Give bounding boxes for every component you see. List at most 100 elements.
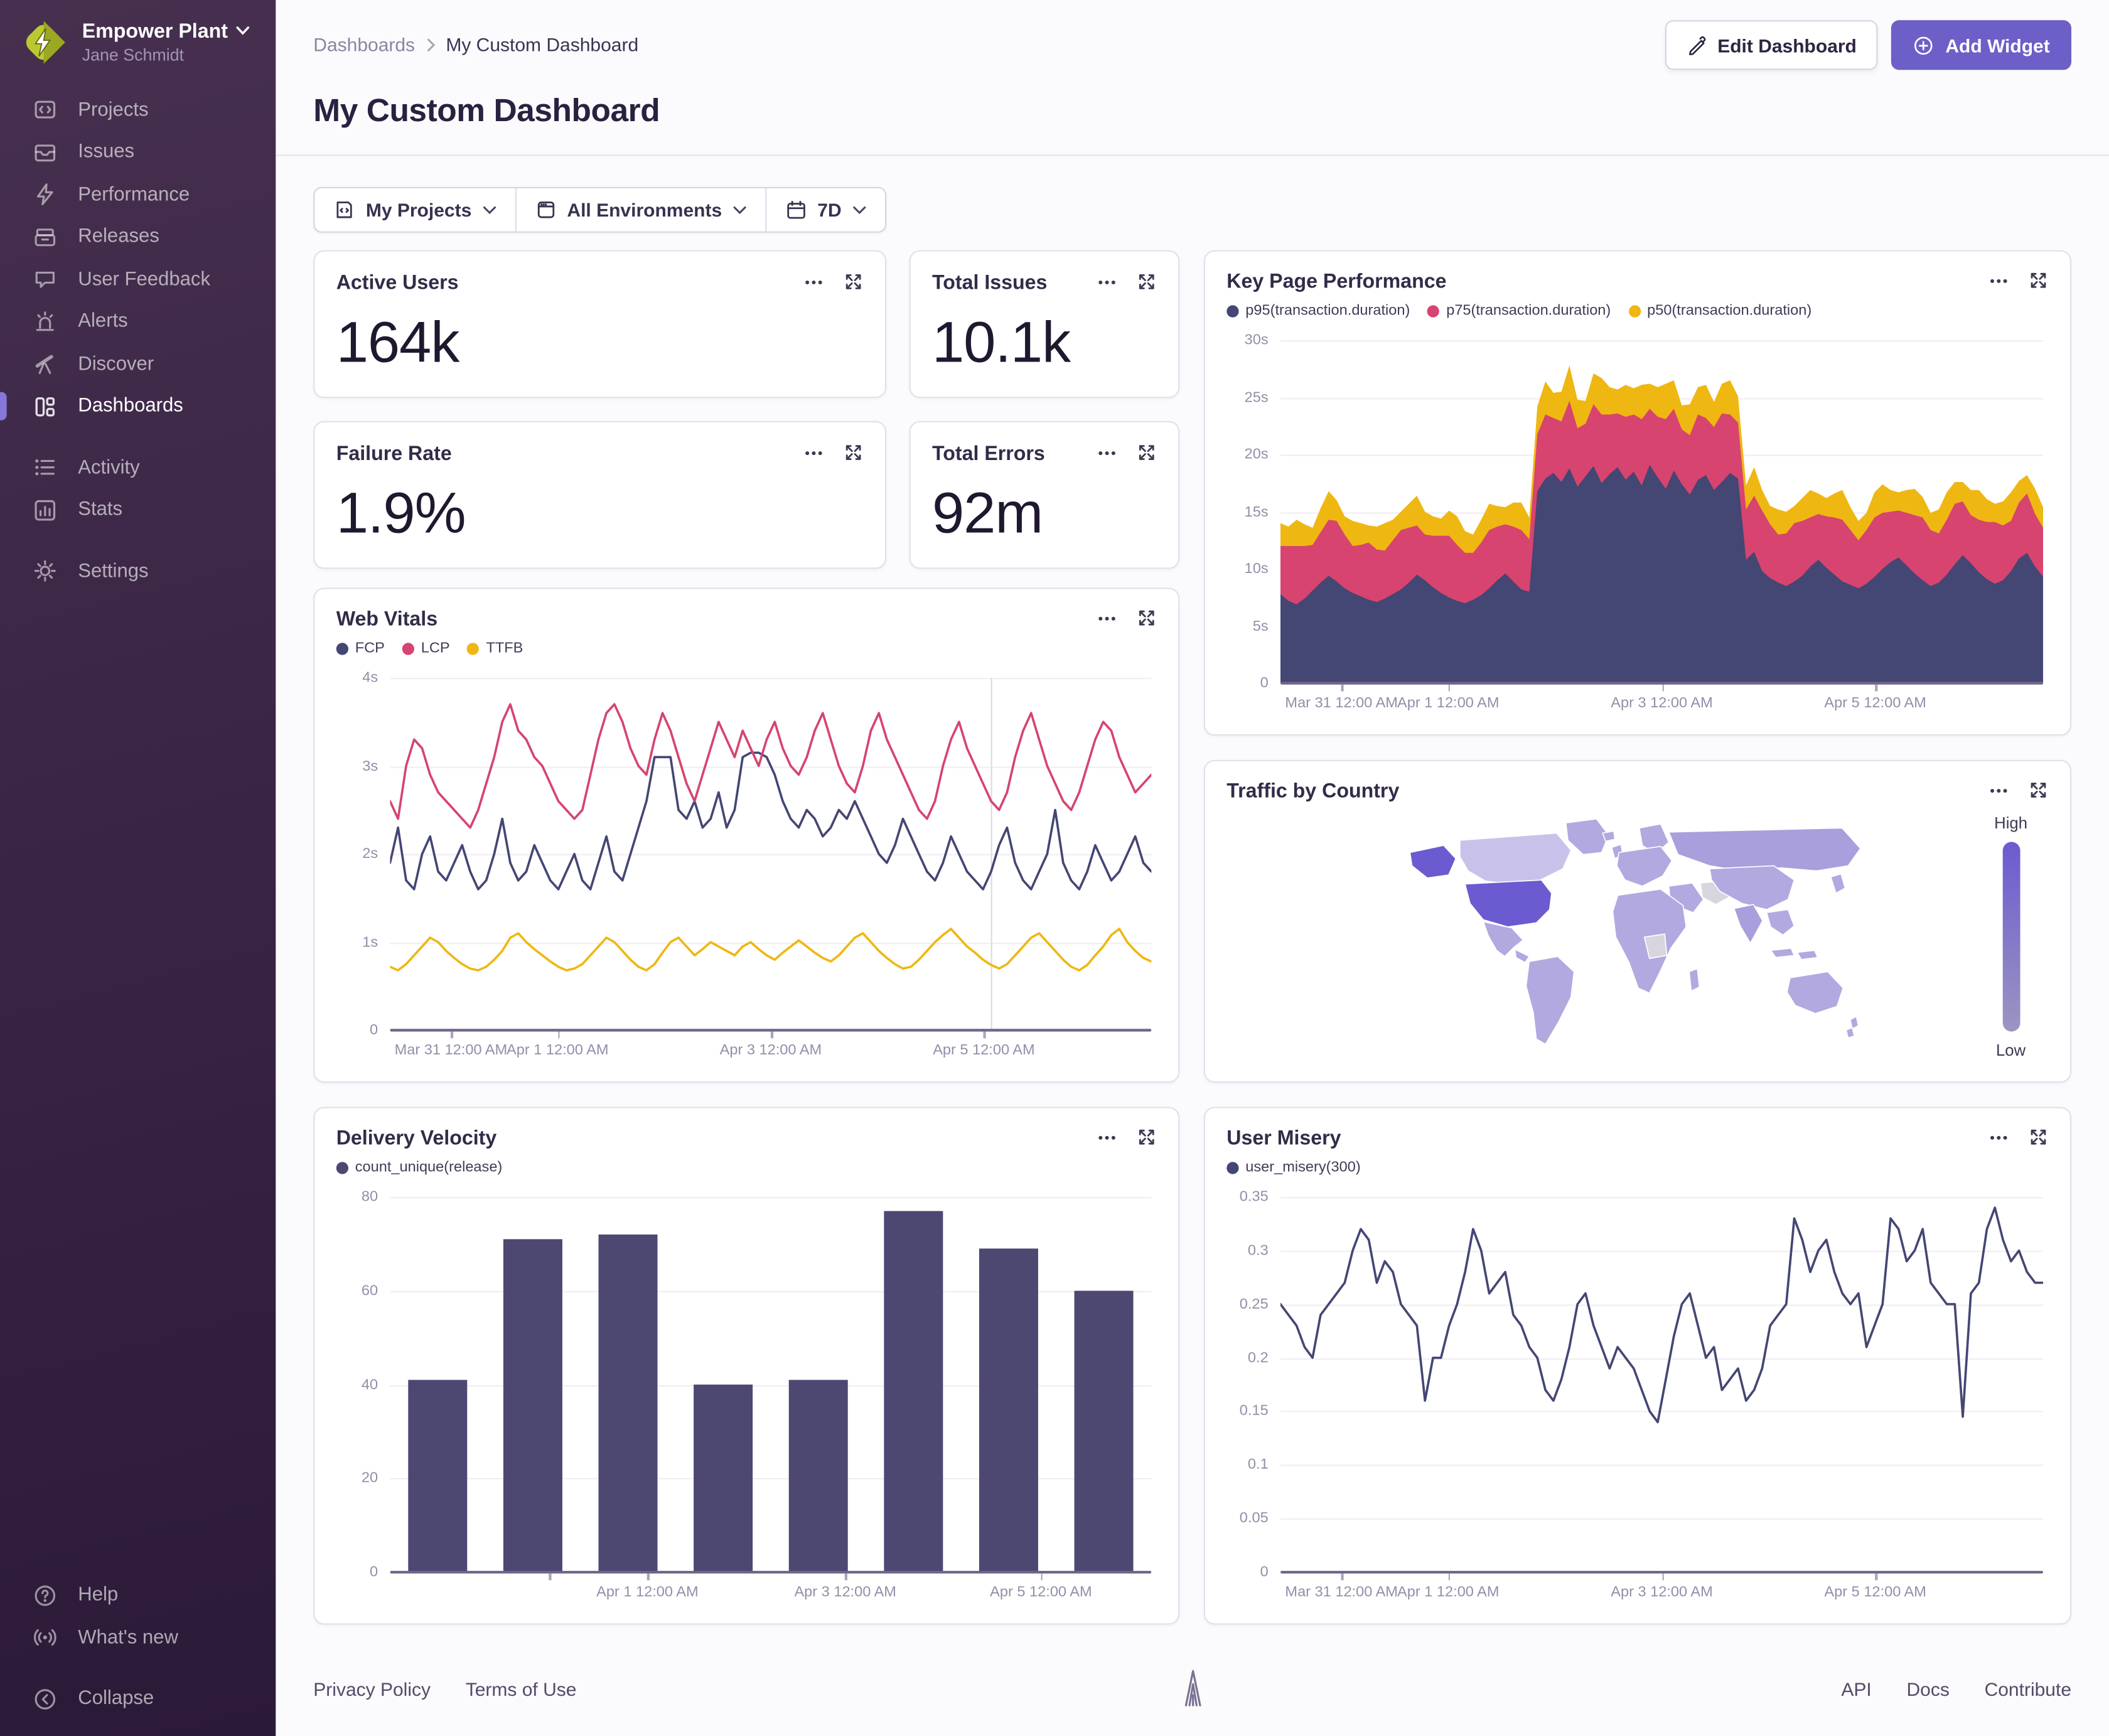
- header: Dashboards My Custom Dashboard Edit Dash…: [276, 0, 2109, 156]
- breadcrumb-dashboards-link[interactable]: Dashboards: [313, 34, 415, 55]
- legend-dot: [1226, 304, 1239, 317]
- widget-menu-button[interactable]: [1096, 272, 1117, 293]
- sidebar-item-label: Alerts: [78, 311, 128, 333]
- sidebar-item-label: Collapse: [78, 1688, 154, 1710]
- legend-item[interactable]: user_misery(300): [1226, 1159, 1361, 1176]
- widget-menu-button[interactable]: [1096, 608, 1117, 630]
- add-widget-label: Add Widget: [1945, 34, 2050, 56]
- api-link[interactable]: API: [1841, 1678, 1871, 1700]
- widget-menu-button[interactable]: [1988, 271, 2009, 292]
- environment-filter-label: All Environments: [567, 199, 722, 221]
- sidebar-item-label: Stats: [78, 499, 123, 521]
- legend-item[interactable]: TTFB: [467, 640, 523, 656]
- sidebar-item-collapse[interactable]: Collapse: [0, 1678, 276, 1720]
- legend-item[interactable]: p95(transaction.duration): [1226, 303, 1410, 319]
- dashboards-icon: [35, 397, 55, 416]
- sidebar-item-issues[interactable]: Issues: [0, 131, 276, 174]
- environment-filter-icon: [537, 201, 554, 218]
- expand-icon[interactable]: [2028, 1127, 2048, 1149]
- sidebar-item-activity[interactable]: Activity: [0, 446, 276, 489]
- legend-item[interactable]: p75(transaction.duration): [1427, 303, 1611, 319]
- privacy-policy-link[interactable]: Privacy Policy: [313, 1678, 431, 1700]
- alerts-icon: [36, 311, 54, 331]
- sidebar-item-dashboards[interactable]: Dashboards: [0, 385, 276, 428]
- dashboard-page: Empower Plant Jane Schmidt Projects Issu…: [0, 0, 2109, 1736]
- sidebar-item-label: Projects: [78, 99, 149, 121]
- legend-dot: [1628, 304, 1641, 317]
- sidebar-item-performance[interactable]: Performance: [0, 173, 276, 216]
- chart-legend: FCP LCP TTFB: [336, 640, 1157, 656]
- stat-value: 92m: [932, 481, 1043, 546]
- widget-title: Key Page Performance: [1226, 270, 1447, 294]
- legend-item[interactable]: count_unique(release): [336, 1159, 502, 1176]
- sidebar-item-releases[interactable]: Releases: [0, 216, 276, 259]
- expand-icon[interactable]: [844, 272, 864, 293]
- total-errors-widget: Total Errors 92m: [909, 421, 1180, 569]
- environment-filter[interactable]: All Environments: [516, 188, 765, 232]
- contribute-link[interactable]: Contribute: [1985, 1678, 2071, 1700]
- docs-link[interactable]: Docs: [1907, 1678, 1950, 1700]
- sidebar-item-help[interactable]: Help: [0, 1574, 276, 1617]
- legend-dot: [402, 642, 414, 655]
- expand-icon[interactable]: [1137, 608, 1157, 630]
- expand-icon[interactable]: [1137, 272, 1157, 293]
- legend-dot: [467, 642, 480, 655]
- issues-icon: [35, 144, 56, 161]
- sidebar-bottom: Help What's new Collapse: [0, 1574, 276, 1720]
- sidebar-item-alerts[interactable]: Alerts: [0, 301, 276, 343]
- key-page-performance-widget: Key Page Performance p95(transaction.dur…: [1203, 250, 2071, 736]
- help-icon: [35, 1585, 56, 1606]
- date-range-label: 7D: [817, 199, 842, 221]
- stat-value: 10.1k: [932, 310, 1071, 375]
- project-filter[interactable]: My Projects: [314, 188, 514, 232]
- date-range-filter[interactable]: 7D: [766, 188, 884, 232]
- user-misery-chart[interactable]: 0 0.05 0.1 0.15 0.2 0.25 0.3 0.35 Mar 31 12:00 A…: [1226, 1186, 2048, 1610]
- edit-dashboard-button[interactable]: Edit Dashboard: [1665, 20, 1879, 70]
- delivery-velocity-chart[interactable]: 0 20 40 60 80 Apr 1 12:00 AM Apr 3 12:00 AM Apr…: [336, 1186, 1157, 1610]
- sidebar-item-stats[interactable]: Stats: [0, 489, 276, 532]
- add-widget-button[interactable]: Add Widget: [1891, 20, 2071, 70]
- widget-menu-button[interactable]: [1096, 1127, 1117, 1149]
- legend-item[interactable]: FCP: [336, 640, 385, 656]
- sentry-logo: [1173, 1664, 1213, 1714]
- legend-item[interactable]: LCP: [402, 640, 450, 656]
- sidebar-item-projects[interactable]: Projects: [0, 88, 276, 131]
- project-filter-icon: [336, 201, 352, 218]
- widget-menu-button[interactable]: [1988, 780, 2009, 801]
- collapse-icon: [35, 1688, 56, 1710]
- legend-dot: [336, 1161, 348, 1174]
- filter-bar: My Projects All Environments 7D: [313, 186, 886, 233]
- sidebar-item-whats-new[interactable]: What's new: [0, 1617, 276, 1659]
- org-switcher[interactable]: Empower Plant Jane Schmidt: [0, 0, 276, 81]
- expand-icon[interactable]: [2028, 271, 2048, 292]
- user-misery-widget: User Misery user_misery(300) 0 0.05 0.1 0.1…: [1203, 1106, 2071, 1625]
- widget-menu-button[interactable]: [803, 272, 824, 293]
- widget-title: User Misery: [1226, 1127, 1341, 1150]
- legend-item[interactable]: p50(transaction.duration): [1628, 303, 1811, 319]
- chevron-down-icon: [733, 205, 746, 214]
- sidebar-item-user-feedback[interactable]: User Feedback: [0, 258, 276, 301]
- widget-menu-button[interactable]: [1096, 442, 1117, 464]
- expand-icon[interactable]: [844, 442, 864, 464]
- breadcrumb: Dashboards My Custom Dashboard: [313, 34, 638, 55]
- widget-menu-button[interactable]: [803, 442, 824, 464]
- key-page-performance-chart[interactable]: 0 5s 10s 15s 20s 25s 30s Mar 31 12:00 AM Apr 1 1…: [1226, 330, 2048, 721]
- sidebar-item-settings[interactable]: Settings: [0, 550, 276, 592]
- sidebar-item-label: Settings: [78, 560, 149, 582]
- sidebar-item-discover[interactable]: Discover: [0, 343, 276, 385]
- chart-legend: p95(transaction.duration) p75(transaction…: [1226, 303, 2048, 319]
- web-vitals-chart[interactable]: 0 1s 2s 3s 4s Mar 31 12:00 AM Apr 1 12:00 AM Ap…: [336, 667, 1157, 1068]
- terms-of-use-link[interactable]: Terms of Use: [466, 1678, 577, 1700]
- footer: Privacy Policy Terms of Use API Docs Con…: [313, 1657, 2071, 1722]
- chevron-down-icon: [852, 205, 866, 214]
- org-name: Empower Plant: [82, 19, 228, 43]
- sidebar: Empower Plant Jane Schmidt Projects Issu…: [0, 0, 276, 1736]
- broadcast-icon: [33, 1629, 56, 1646]
- world-map[interactable]: High Low: [1226, 803, 2048, 1068]
- expand-icon[interactable]: [1137, 442, 1157, 464]
- map-scale-low-label: Low: [1995, 1041, 2026, 1060]
- discover-icon: [35, 355, 53, 375]
- expand-icon[interactable]: [2028, 780, 2048, 801]
- expand-icon[interactable]: [1137, 1127, 1157, 1149]
- widget-menu-button[interactable]: [1988, 1127, 2009, 1149]
